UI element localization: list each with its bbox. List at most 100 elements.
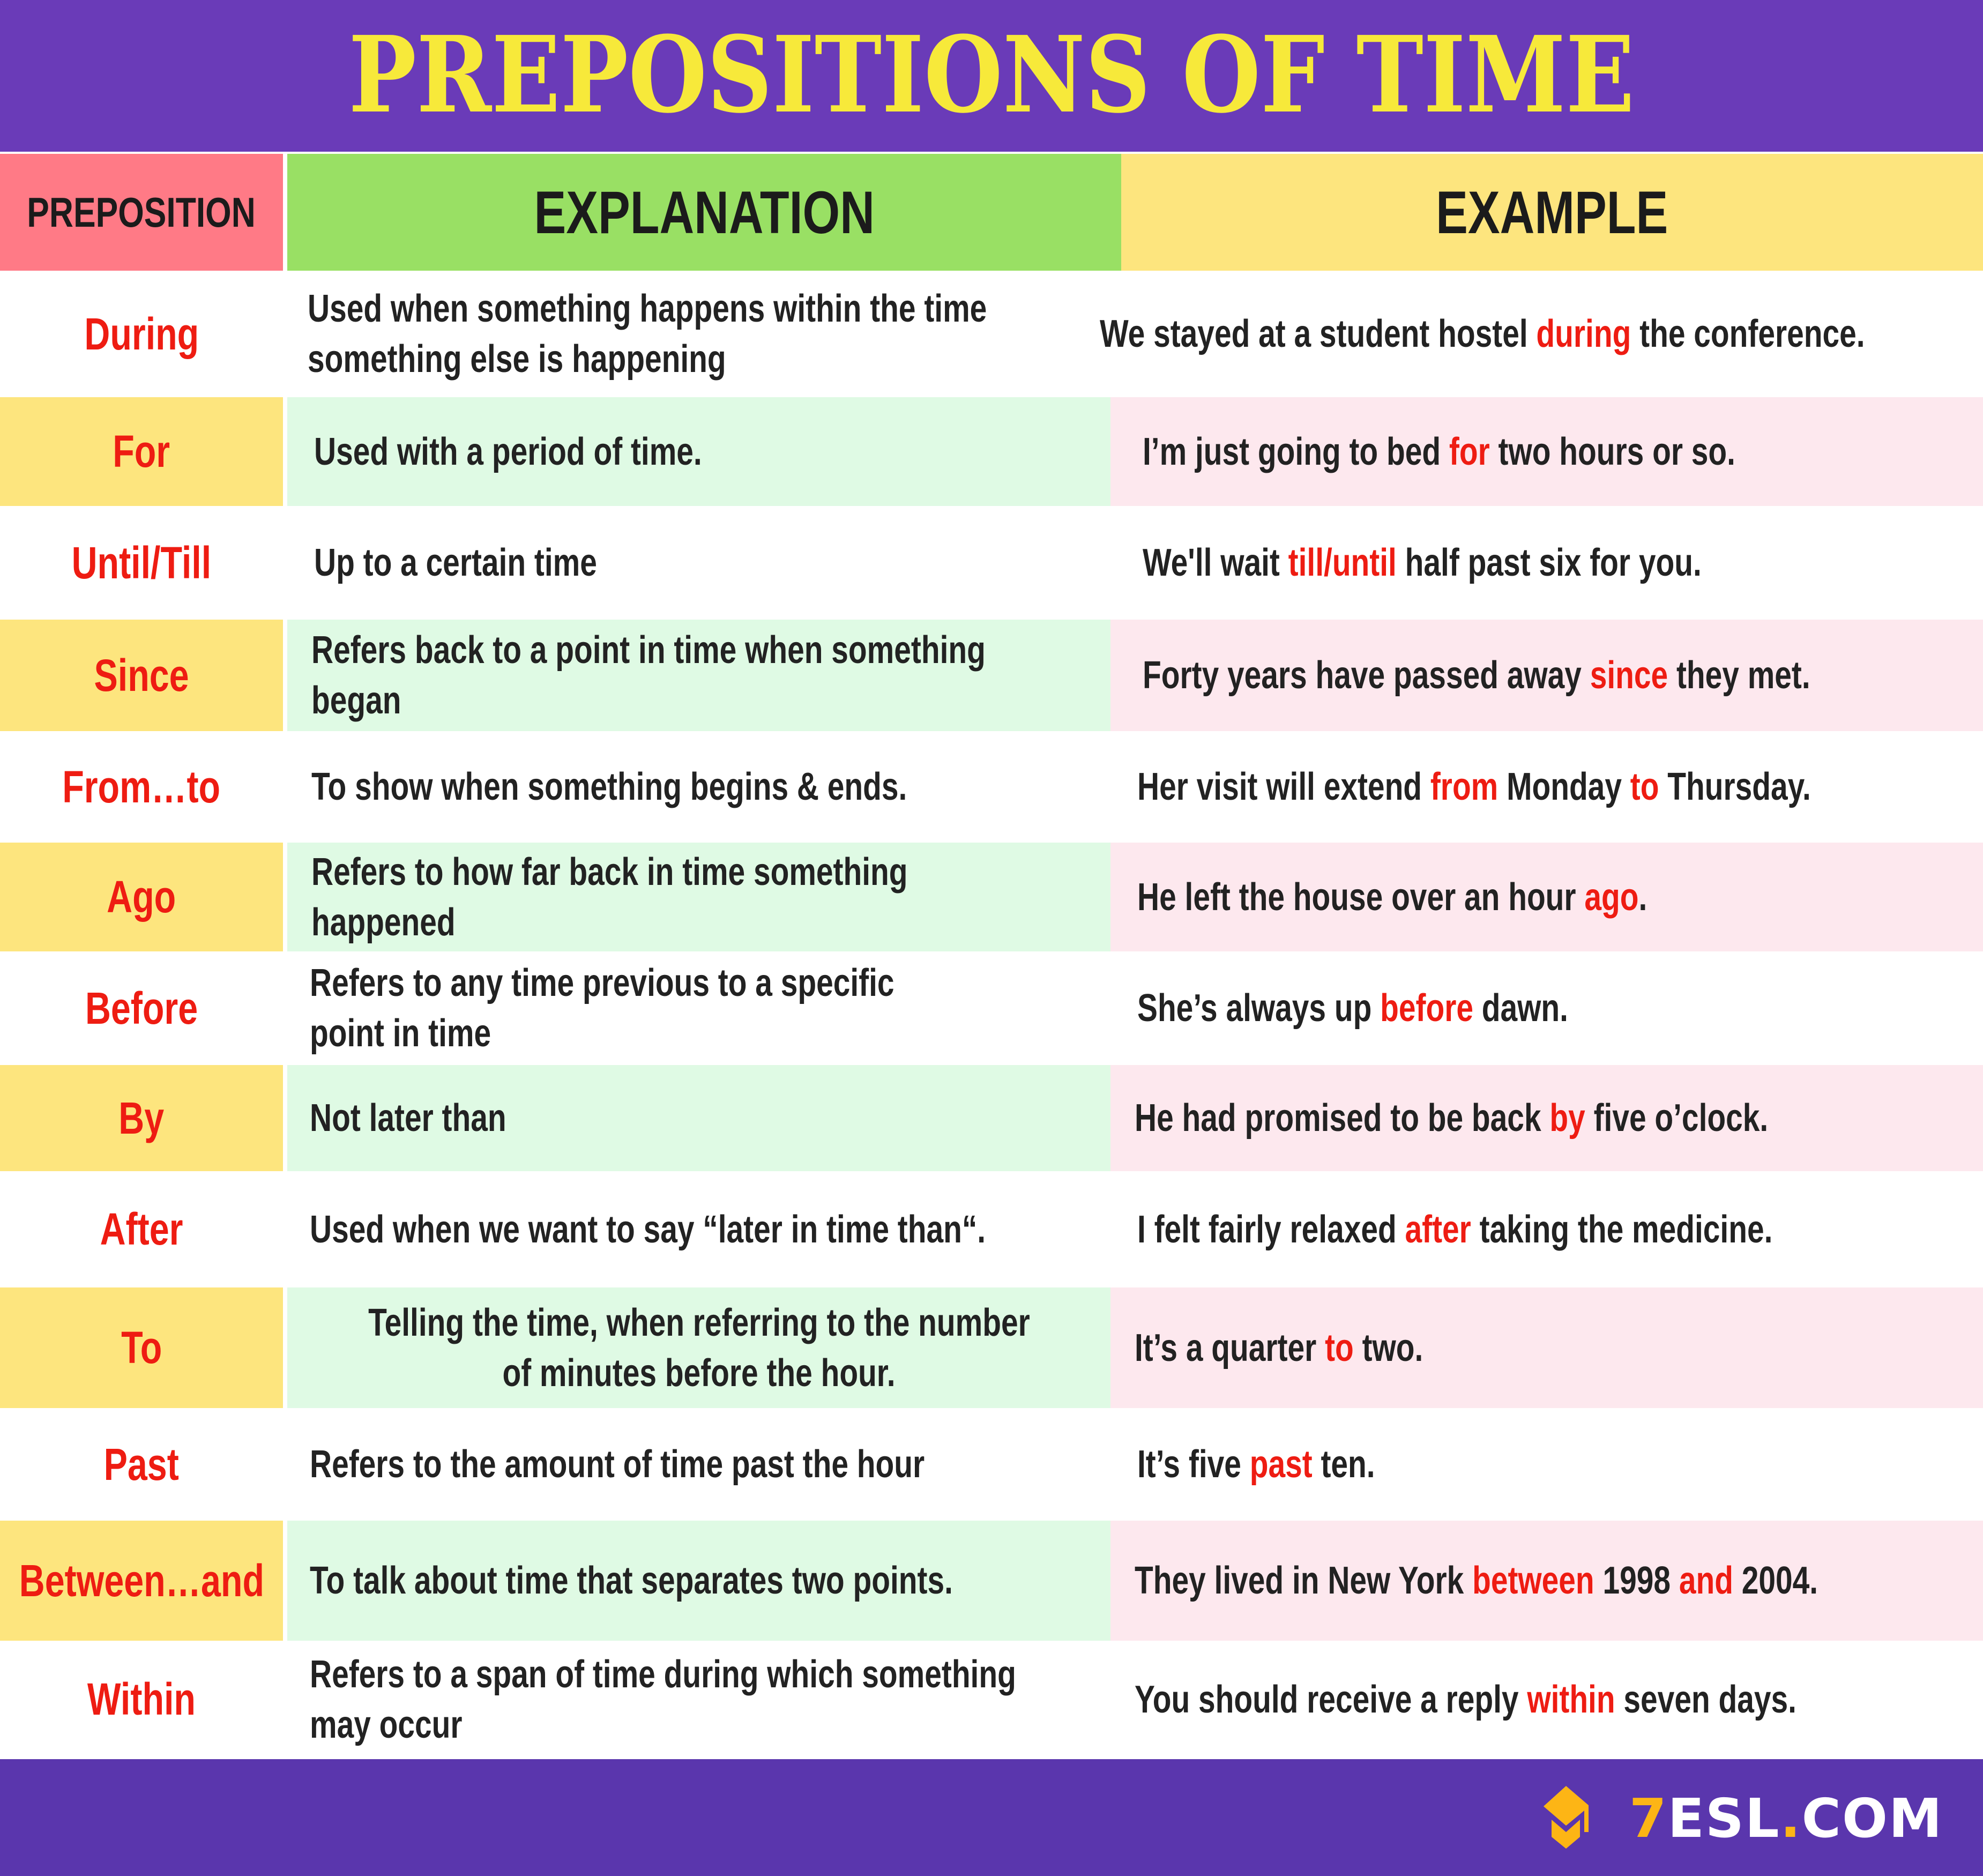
example-text: You should receive a reply within seven … bbox=[1135, 1678, 1796, 1722]
explanation-text: Used when something happens within the t… bbox=[287, 284, 1167, 384]
preposition-cell: After bbox=[0, 1171, 283, 1287]
highlighted-preposition: to bbox=[1325, 1326, 1354, 1369]
preposition-text: During bbox=[84, 308, 199, 359]
graduation-cap-icon bbox=[1544, 1786, 1589, 1849]
explanation-line-text: something else is happening bbox=[308, 338, 726, 381]
example-fragment: We'll wait bbox=[1143, 541, 1288, 584]
example-text: Forty years have passed away since they … bbox=[1143, 653, 1810, 697]
highlighted-preposition: past bbox=[1249, 1443, 1313, 1486]
footer-bar: 7ESL.COM bbox=[0, 1759, 1983, 1876]
highlighted-preposition: ago bbox=[1584, 875, 1639, 919]
example-cell: She’s always up before dawn. bbox=[1110, 951, 1983, 1065]
example-fragment: I’m just going to bed bbox=[1143, 430, 1449, 473]
example-text: I’m just going to bed for two hours or s… bbox=[1143, 430, 1735, 474]
explanation-line-text: To show when something begins & ends. bbox=[311, 765, 907, 808]
explanation-line: Used when we want to say “later in time … bbox=[310, 1204, 1165, 1255]
example-text: It’s five past ten. bbox=[1137, 1442, 1375, 1486]
preposition-cell: From…to bbox=[0, 731, 283, 843]
preposition-cell: During bbox=[0, 271, 283, 397]
explanation-text: Refers to a span of time during which so… bbox=[287, 1649, 1204, 1750]
page-title: PREPOSITIONS OF TIME bbox=[348, 13, 1635, 137]
explanation-line: To talk about time that separates two po… bbox=[310, 1555, 1124, 1606]
table-row: To Telling the time, when referring to th… bbox=[0, 1287, 1983, 1408]
explanation-line-text: Used when something happens within the t… bbox=[308, 287, 987, 330]
explanation-line-text: Refers to how far back in time something bbox=[311, 850, 908, 894]
example-fragment: Monday bbox=[1498, 765, 1630, 808]
explanation-line-text: may occur bbox=[310, 1703, 463, 1746]
preposition-text: Before bbox=[85, 982, 198, 1033]
table-row: Between…and To talk about time that separ… bbox=[0, 1521, 1983, 1641]
example-fragment: 2004. bbox=[1733, 1559, 1818, 1602]
explanation-text: Refers to how far back in time something… bbox=[287, 847, 1066, 948]
explanation-text: Up to a certain time bbox=[287, 538, 672, 588]
explanation-line: happened bbox=[311, 897, 1066, 948]
example-fragment: two hours or so. bbox=[1489, 430, 1735, 473]
explanation-text: Refers back to a point in time when some… bbox=[287, 625, 1165, 726]
preposition-cell: Ago bbox=[0, 843, 283, 951]
example-fragment: They lived in New York bbox=[1135, 1559, 1473, 1602]
column-header-example: EXAMPLE bbox=[1121, 154, 1983, 271]
example-fragment: the conference. bbox=[1631, 312, 1865, 355]
preposition-text: Ago bbox=[107, 872, 176, 922]
preposition-cell: For bbox=[0, 397, 283, 506]
explanation-line: Telling the time, when referring to the … bbox=[280, 1298, 1118, 1348]
explanation-cell: Refers to how far back in time something… bbox=[287, 843, 1110, 951]
explanation-cell: Telling the time, when referring to the … bbox=[287, 1287, 1110, 1408]
example-text: We'll wait till/until half past six for … bbox=[1143, 541, 1702, 585]
explanation-cell: Refers to the amount of time past the ho… bbox=[287, 1408, 1110, 1521]
explanation-line-text: of minutes before the hour. bbox=[502, 1351, 896, 1395]
table-row: Since Refers back to a point in time when… bbox=[0, 620, 1983, 731]
example-cell: They lived in New York between 1998 and … bbox=[1110, 1521, 1983, 1641]
explanation-line-text: Up to a certain time bbox=[314, 541, 597, 584]
example-text: He had promised to be back by five o’clo… bbox=[1135, 1096, 1768, 1140]
explanation-cell: Refers to any time previous to a specifi… bbox=[287, 951, 1110, 1065]
example-fragment: taking the medicine. bbox=[1471, 1208, 1773, 1251]
explanation-cell: To talk about time that separates two po… bbox=[287, 1521, 1110, 1641]
explanation-text: Used with a period of time. bbox=[287, 427, 805, 477]
preposition-text: Until/Till bbox=[71, 537, 212, 588]
explanation-cell: Up to a certain time bbox=[287, 506, 1110, 620]
explanation-line-text: began bbox=[311, 679, 401, 722]
preposition-cell: Until/Till bbox=[0, 506, 283, 620]
table-row: From…to To show when something begins & e… bbox=[0, 731, 1983, 843]
highlighted-preposition: within bbox=[1527, 1678, 1615, 1721]
preposition-cell: Past bbox=[0, 1408, 283, 1521]
highlighted-preposition: after bbox=[1405, 1208, 1471, 1251]
example-cell: You should receive a reply within seven … bbox=[1110, 1641, 1983, 1758]
preposition-text: Since bbox=[94, 650, 189, 701]
example-fragment: . bbox=[1638, 875, 1647, 919]
example-fragment: He had promised to be back bbox=[1135, 1097, 1550, 1140]
example-text: It’s a quarter to two. bbox=[1135, 1326, 1423, 1370]
explanation-line: Up to a certain time bbox=[314, 538, 672, 588]
example-cell: He had promised to be back by five o’clo… bbox=[1110, 1065, 1983, 1171]
explanation-line: Refers to a span of time during which so… bbox=[310, 1649, 1204, 1700]
explanation-cell: Used when something happens within the t… bbox=[287, 271, 1110, 397]
explanation-line-text: Telling the time, when referring to the … bbox=[368, 1301, 1030, 1344]
explanation-line: something else is happening bbox=[308, 334, 1167, 384]
example-fragment: He left the house over an hour bbox=[1137, 875, 1585, 919]
explanation-cell: Refers back to a point in time when some… bbox=[287, 620, 1110, 731]
preposition-text: From…to bbox=[62, 761, 221, 812]
preposition-text: Past bbox=[103, 1439, 180, 1490]
example-fragment: five o’clock. bbox=[1585, 1097, 1769, 1140]
explanation-line: point in time bbox=[310, 1008, 1049, 1059]
explanation-line-text: Refers to the amount of time past the ho… bbox=[310, 1443, 925, 1486]
highlighted-preposition: during bbox=[1536, 312, 1631, 355]
table-row: For Used with a period of time. I’m just g… bbox=[0, 397, 1983, 506]
column-header-explanation: EXPLANATION bbox=[287, 154, 1121, 271]
example-cell: I felt fairly relaxed after taking the m… bbox=[1110, 1171, 1983, 1287]
explanation-line: Refers to the amount of time past the ho… bbox=[310, 1439, 1088, 1490]
7esl-logo: 7ESL.COM bbox=[1544, 1786, 1943, 1850]
explanation-text: Telling the time, when referring to the … bbox=[280, 1298, 1118, 1398]
explanation-cell: Used when we want to say “later in time … bbox=[287, 1171, 1110, 1287]
explanation-line-text: point in time bbox=[310, 1012, 491, 1055]
table-row: After Used when we want to say “later in … bbox=[0, 1171, 1983, 1287]
explanation-text: To show when something begins & ends. bbox=[287, 762, 1065, 812]
table-row: Until/Till Up to a certain time We'll wait… bbox=[0, 506, 1983, 620]
explanation-line-text: Refers back to a point in time when some… bbox=[311, 629, 986, 672]
example-fragment: 1998 bbox=[1594, 1559, 1679, 1602]
example-cell: We stayed at a student hostel during the… bbox=[1100, 271, 1983, 397]
example-fragment: Her visit will extend bbox=[1137, 765, 1430, 808]
explanation-line-text: Refers to a span of time during which so… bbox=[310, 1652, 1016, 1696]
example-fragment: It’s a quarter bbox=[1135, 1326, 1325, 1369]
